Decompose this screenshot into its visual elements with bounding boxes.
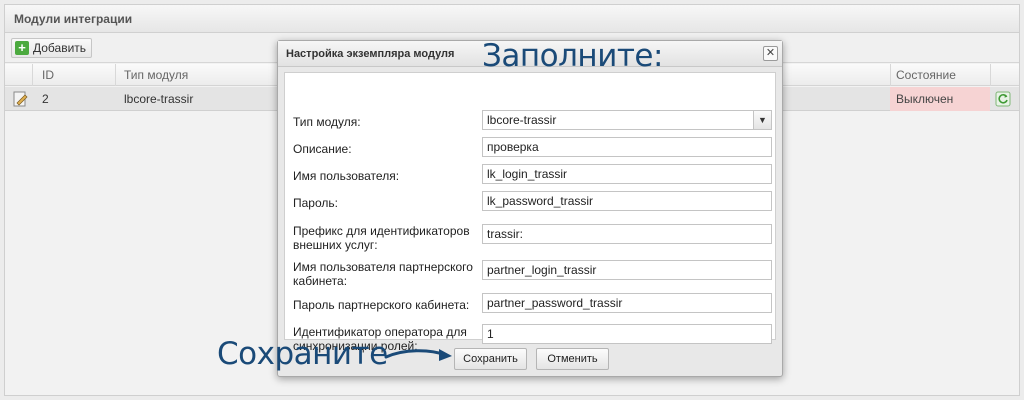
chevron-down-icon[interactable]: ▼ bbox=[753, 111, 771, 129]
cancel-button[interactable]: Отменить bbox=[536, 348, 609, 370]
module-type-select[interactable]: lbcore-trassir ▼ bbox=[482, 110, 772, 130]
partner-login-label-line2: кабинета: bbox=[293, 274, 348, 288]
column-header-status[interactable]: Состояние bbox=[896, 64, 956, 86]
partner-password-label: Пароль партнерского кабинета: bbox=[293, 298, 470, 312]
module-type-value: lbcore-trassir bbox=[487, 113, 557, 127]
save-annotation: Сохраните bbox=[217, 336, 388, 372]
row-id: 2 bbox=[42, 92, 49, 106]
operator-id-field[interactable]: 1 bbox=[482, 324, 772, 344]
prefix-field[interactable]: trassir: bbox=[482, 224, 772, 244]
password-field[interactable]: lk_password_trassir bbox=[482, 191, 772, 211]
description-field[interactable]: проверка bbox=[482, 137, 772, 157]
column-separator bbox=[990, 64, 991, 86]
add-button[interactable]: + Добавить bbox=[11, 38, 93, 58]
description-label: Описание: bbox=[293, 142, 352, 156]
column-separator bbox=[32, 64, 33, 86]
save-button[interactable]: Сохранить bbox=[454, 348, 527, 370]
column-header-type[interactable]: Тип модуля bbox=[124, 64, 188, 86]
settings-form: Тип модуля: lbcore-trassir ▼ Описание: п… bbox=[284, 72, 776, 353]
close-button[interactable]: ✕ bbox=[763, 46, 778, 61]
column-separator bbox=[890, 64, 891, 86]
partner-password-field[interactable]: partner_password_trassir bbox=[482, 293, 772, 313]
column-separator bbox=[115, 64, 116, 86]
partner-login-label-line1: Имя пользователя партнерского bbox=[293, 260, 473, 274]
status-badge: Выключен bbox=[890, 87, 990, 111]
fill-annotation: Заполните: bbox=[482, 38, 663, 74]
prefix-label-line1: Префикс для идентификаторов bbox=[293, 224, 470, 238]
plus-icon: + bbox=[15, 41, 29, 55]
module-type-label: Тип модуля: bbox=[293, 115, 361, 129]
arrow-icon bbox=[384, 349, 452, 361]
module-settings-dialog: Настройка экземпляра модуля ✕ Тип модуля… bbox=[277, 40, 783, 377]
edit-icon[interactable] bbox=[13, 91, 28, 107]
username-field[interactable]: lk_login_trassir bbox=[482, 164, 772, 184]
refresh-icon[interactable] bbox=[995, 91, 1011, 107]
partner-login-field[interactable]: partner_login_trassir bbox=[482, 260, 772, 280]
prefix-label-line2: внешних услуг: bbox=[293, 238, 378, 252]
add-button-label: Добавить bbox=[33, 41, 87, 55]
panel-title: Модули интеграции bbox=[5, 5, 1019, 33]
username-label: Имя пользователя: bbox=[293, 169, 400, 183]
password-label: Пароль: bbox=[293, 196, 338, 210]
column-header-id[interactable]: ID bbox=[42, 64, 54, 86]
row-module-type: lbcore-trassir bbox=[124, 92, 194, 106]
row-status: Выключен bbox=[896, 92, 954, 106]
